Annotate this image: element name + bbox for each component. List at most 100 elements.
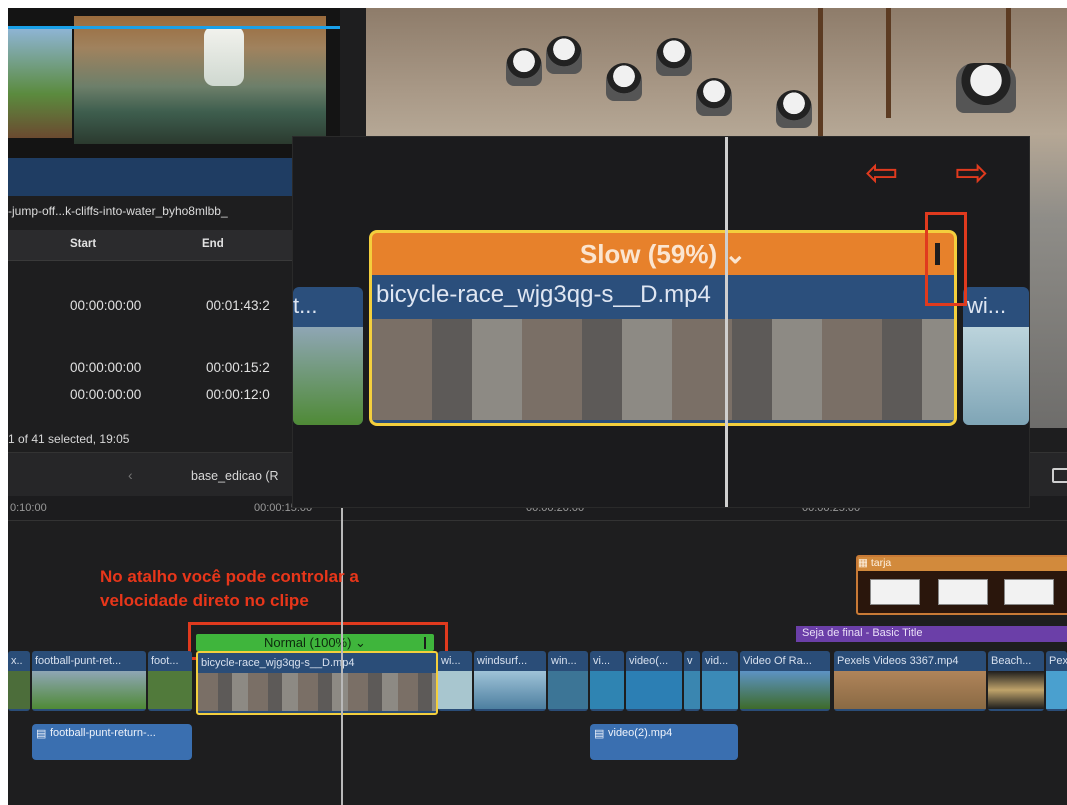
clip-label: v [687,655,693,667]
cyclist [776,90,812,128]
list-header: Start End [8,230,308,261]
clip-label: vi... [593,655,611,667]
timeline-clip[interactable]: Video Of Ra... [740,651,830,711]
clip-label: football-punt-ret... [35,655,122,667]
timeline-clip[interactable]: v [684,651,700,711]
column-end[interactable]: End [202,238,224,250]
connected-clip[interactable]: ▤ video(2).mp4 [590,724,738,760]
clip-icon: ▤ [36,728,47,740]
clip-label: windsurf... [477,655,528,667]
cyclist [656,38,692,76]
window-icon[interactable] [1052,468,1067,483]
clip-thumbnail [1046,671,1067,709]
arrow-right-icon: ⇨ [955,151,989,195]
zoom-right-clip-label: wi... [967,293,1007,318]
chevron-left-icon[interactable]: ‹ [128,467,133,483]
speed-label-big[interactable]: Slow (59%) ⌄ [372,239,954,270]
zoom-clip-label: bicycle-race_wjg3qg-s__D.mp4 [376,281,711,308]
clip-thumbnail [198,673,436,711]
clip-thumbnail [438,671,472,709]
viewer-playhead-line [8,26,340,29]
timeline-clip[interactable]: Beach... [988,651,1044,711]
title-clip[interactable]: Seja de final - Basic Title [796,626,1067,642]
timeline-clip[interactable]: wi... [438,651,472,711]
annotation-line: velocidade direto no clipe [100,591,309,610]
tarja-thumb [938,579,988,605]
zoom-playhead [725,137,728,507]
timeline-clip-selected[interactable]: bicycle-race_wjg3qg-s__D.mp4 [196,651,438,715]
speed-bar-slow[interactable]: Slow (59%) ⌄ [369,230,957,275]
clip-thumbnail [834,671,986,709]
connected-clip[interactable]: ▤ football-punt-return-... [32,724,192,760]
timeline-clip[interactable]: vi... [590,651,624,711]
zoom-left-thumb [293,327,363,425]
zoom-left-clip: t... [293,287,363,425]
clip-thumbnail [148,671,192,709]
clip-label: Pex [1049,655,1067,667]
project-name: base_edicao (R [191,469,279,483]
clip-thumbnail [626,671,682,709]
clip-label: Beach... [991,655,1032,667]
timeline-clip[interactable]: x.. [8,651,30,711]
timeline-clip[interactable]: Pexels Videos 3367.mp4 [834,651,986,711]
row-start[interactable]: 00:00:00:00 [70,360,141,375]
cyclist [696,78,732,116]
timeline-clip[interactable]: foot... [148,651,192,711]
timeline-clip[interactable]: football-punt-ret... [32,651,146,711]
annotation-line: No atalho você pode controlar a [100,567,359,586]
connected-clip-label: football-punt-return-... [50,727,156,739]
waterfall-frame [74,16,326,144]
tarja-icon: ▦ [858,557,871,569]
zoom-clip: bicycle-race_wjg3qg-s__D.mp4 [369,275,957,426]
clip-thumbnail [684,671,700,709]
waterfall-detail [204,26,244,86]
tarja-clip[interactable]: ▦ tarja [856,555,1067,615]
viewer-filmstrip [8,158,340,196]
clip-label: vid... [705,655,729,667]
tarja-thumb [870,579,920,605]
timecode: 0:10:00 [10,502,47,514]
row-end[interactable]: 00:00:15:2 [206,360,270,375]
timeline-clip[interactable]: video(... [626,651,682,711]
clip-thumbnail [740,671,830,709]
cyclist [956,63,1016,113]
timeline-clip[interactable]: vid... [702,651,738,711]
event-viewer[interactable] [8,8,340,196]
row-end[interactable]: 00:01:43:2 [206,298,270,313]
tarja-label: tarja [870,557,892,569]
title-clip-label: Seja de final - Basic Title [802,627,923,639]
tarja-thumb [1004,579,1054,605]
clip-label: Video Of Ra... [743,655,812,667]
clip-thumbnail [702,671,738,709]
clip-label: video(... [629,655,669,667]
final-cut-window: -jump-off...k-cliffs-into-water_byho8mlb… [8,8,1067,805]
clip-thumbnail [590,671,624,709]
zoom-right-clip: wi... [963,287,1029,425]
tarja-header: ▦ tarja [858,557,1067,571]
zoom-right-thumb [963,327,1029,425]
cyclist [506,48,542,86]
zoom-clip-thumbs [372,319,954,420]
timeline-playhead[interactable] [341,496,343,805]
arrow-left-icon: ⇦ [865,151,899,195]
clip-label: win... [551,655,577,667]
clip-label: foot... [151,655,179,667]
clip-thumbnail [548,671,588,709]
clip-label: x.. [11,655,23,667]
clip-label: bicycle-race_wjg3qg-s__D.mp4 [201,657,355,669]
cyclist [606,63,642,101]
row-end[interactable]: 00:00:12:0 [206,387,270,402]
clip-thumbnail [32,671,146,709]
clip-title: -jump-off...k-cliffs-into-water_byho8mlb… [8,204,228,218]
timeline-clip[interactable]: win... [548,651,588,711]
column-start[interactable]: Start [70,238,96,250]
zoom-inset: t... Slow (59%) ⌄ bicycle-race_wjg3qg-s_… [292,136,1030,508]
clip-thumbnail [8,671,30,709]
timeline-clip[interactable]: Pex [1046,651,1067,711]
row-start[interactable]: 00:00:00:00 [70,298,141,313]
row-start[interactable]: 00:00:00:00 [70,387,141,402]
clip-label: Pexels Videos 3367.mp4 [837,655,959,667]
cyclist [546,36,582,74]
handle-highlight-box [925,212,967,306]
timeline-clip[interactable]: windsurf... [474,651,546,711]
